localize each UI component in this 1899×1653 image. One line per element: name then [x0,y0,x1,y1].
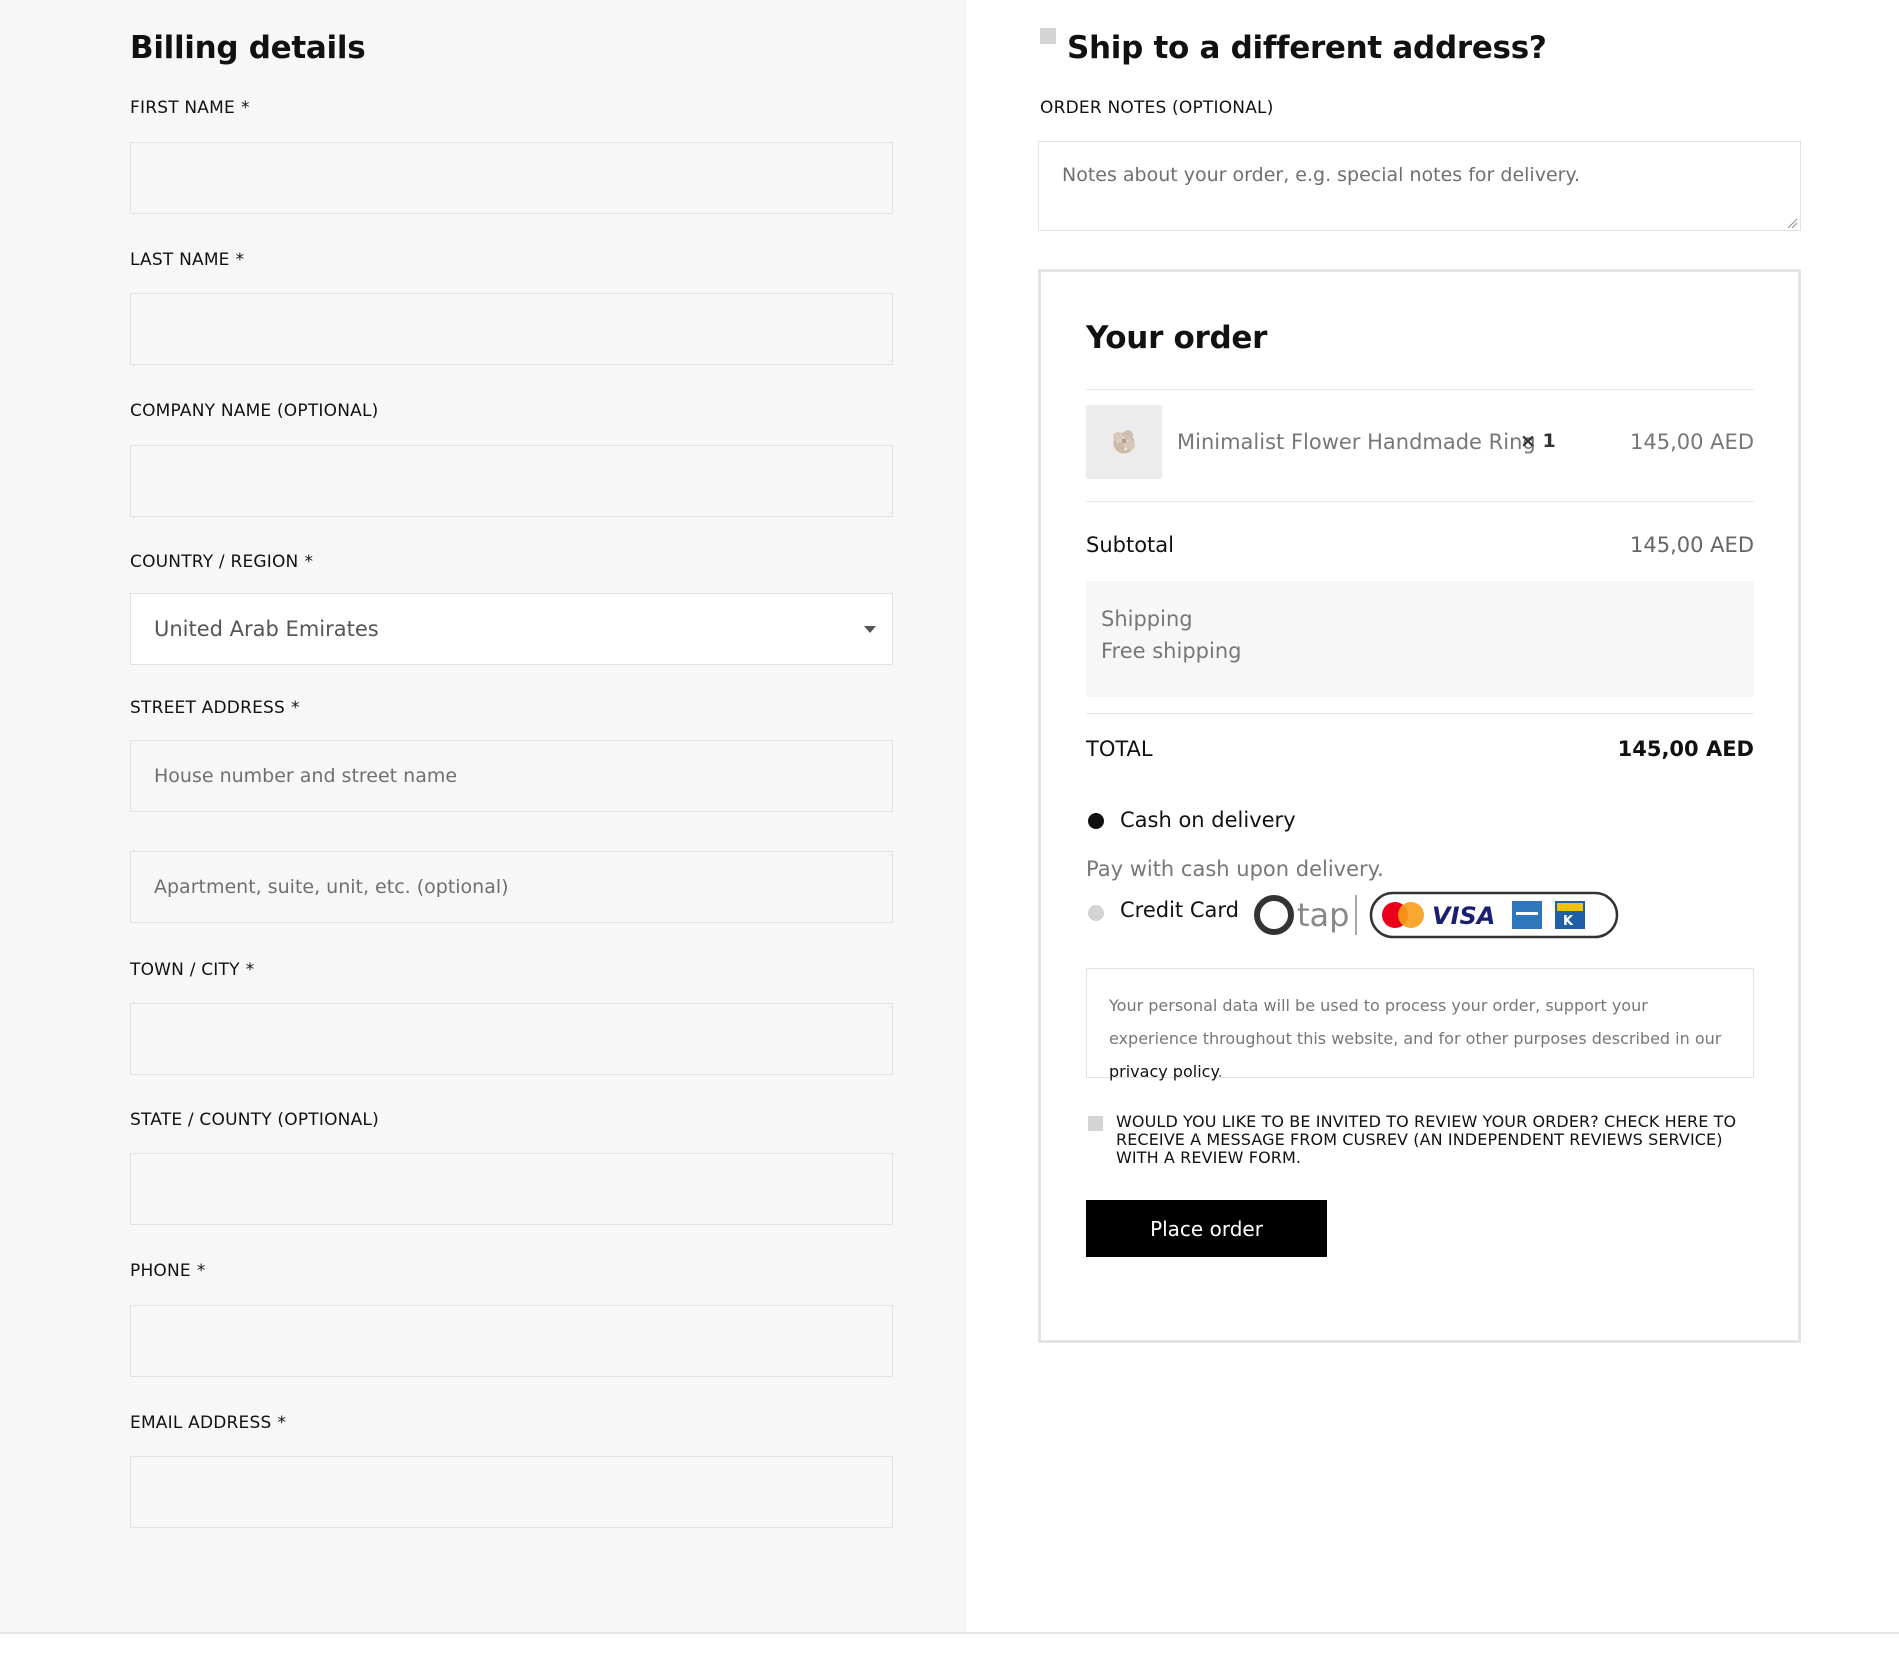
town-label-text: TOWN / CITY [130,960,240,980]
town-label: TOWN / CITY * [130,960,254,980]
review-optin-label[interactable]: WOULD YOU LIKE TO BE INVITED TO REVIEW Y… [1116,1113,1756,1167]
required-mark: * [277,1413,287,1433]
state-label: STATE / COUNTY (OPTIONAL) [130,1110,379,1130]
divider [1086,713,1754,714]
billing-panel [0,0,966,1632]
billing-title: Billing details [130,30,366,66]
last-name-input[interactable] [130,293,893,365]
divider [1086,501,1754,502]
country-label: COUNTRY / REGION * [130,552,313,572]
required-mark: * [196,1261,206,1281]
place-order-button[interactable]: Place order [1086,1200,1327,1257]
chevron-down-icon [864,626,876,633]
tap-logo-text: tap [1297,896,1349,934]
company-label: COMPANY NAME (OPTIONAL) [130,401,379,421]
phone-label: PHONE * [130,1261,206,1281]
town-input[interactable] [130,1003,893,1075]
state-input[interactable] [130,1153,893,1225]
first-name-label-text: FIRST NAME [130,98,235,118]
email-label: EMAIL ADDRESS * [130,1413,286,1433]
required-mark: * [235,250,245,270]
knet-text: K [1563,914,1574,929]
country-select[interactable]: United Arab Emirates [130,593,893,665]
privacy-suffix: . [1217,1062,1223,1081]
ship-different-title[interactable]: Ship to a different address? [1067,30,1547,66]
subtotal-value: 145,00 AED [1630,533,1754,557]
divider [1086,389,1754,390]
ship-different-checkbox[interactable] [1040,28,1056,44]
review-optin-checkbox[interactable] [1088,1116,1103,1131]
phone-label-text: PHONE [130,1261,191,1281]
required-mark: * [245,960,255,980]
cod-description: Pay with cash upon delivery. [1086,857,1384,881]
country-select-value: United Arab Emirates [154,617,379,641]
knet-icon: K [1555,901,1585,929]
shipping-label: Shipping [1101,607,1193,631]
apartment-input[interactable] [130,851,893,923]
street-label-text: STREET ADDRESS [130,698,286,718]
product-price: 145,00 AED [1630,430,1754,454]
company-input[interactable] [130,445,893,517]
credit-card-radio[interactable] [1088,905,1104,921]
street-address-input[interactable] [130,740,893,812]
privacy-notice: Your personal data will be used to proce… [1086,968,1754,1081]
privacy-policy-link[interactable]: privacy policy [1109,1062,1218,1081]
order-notes-textarea[interactable] [1038,141,1801,231]
phone-input[interactable] [130,1305,893,1377]
order-notes-label: ORDER NOTES (OPTIONAL) [1040,98,1274,118]
visa-icon: VISA [1432,902,1495,930]
first-name-label: FIRST NAME * [130,98,250,118]
resize-grip-icon[interactable] [1786,217,1798,229]
total-value: 145,00 AED [1617,737,1754,761]
product-name[interactable]: Minimalist Flower Handmade Ring [1177,430,1536,454]
footer-divider [0,1632,1899,1634]
privacy-text: Your personal data will be used to proce… [1109,989,1731,1088]
subtotal-label: Subtotal [1086,533,1174,557]
amex-icon [1512,901,1542,929]
product-thumbnail [1086,405,1162,479]
product-quantity: × 1 [1520,430,1556,452]
cod-radio[interactable] [1088,813,1104,829]
shipping-row: Shipping Free shipping [1086,581,1754,697]
email-input[interactable] [130,1456,893,1528]
required-mark: * [291,698,300,718]
mastercard-icon [1382,902,1424,928]
order-title: Your order [1086,320,1268,356]
last-name-label: LAST NAME * [130,250,244,270]
shipping-value: Free shipping [1101,639,1242,663]
first-name-input[interactable] [130,142,893,214]
cod-label[interactable]: Cash on delivery [1120,808,1296,832]
required-mark: * [304,552,314,572]
tap-payment-logo: tap VISA K [1254,891,1619,939]
total-label: TOTAL [1086,737,1153,761]
email-label-text: EMAIL ADDRESS [130,1413,272,1433]
last-name-label-text: LAST NAME [130,250,230,270]
required-mark: * [240,98,250,118]
country-label-text: COUNTRY / REGION [130,552,299,572]
privacy-body: Your personal data will be used to proce… [1109,996,1722,1048]
credit-card-label[interactable]: Credit Card [1120,898,1239,922]
street-label: STREET ADDRESS * [130,698,300,718]
ring-image [1086,405,1162,479]
